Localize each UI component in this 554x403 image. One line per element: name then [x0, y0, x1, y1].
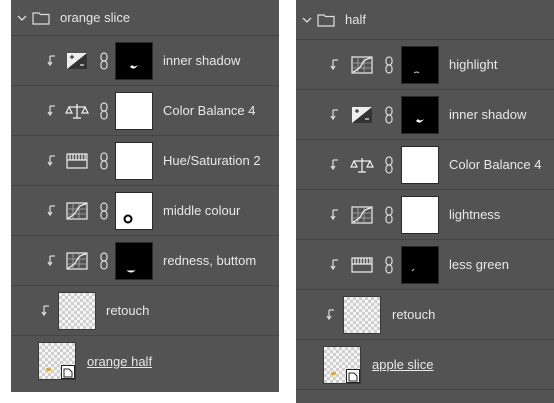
layer-name[interactable]: highlight: [449, 57, 497, 72]
curves-icon[interactable]: [65, 251, 89, 271]
layer-group-orange-slice[interactable]: orange slice: [11, 0, 279, 36]
clipping-arrow-icon: [326, 308, 334, 320]
clipping-arrow-icon: [47, 54, 55, 66]
layer-row-smart-object[interactable]: orange half: [11, 336, 279, 386]
layer-row-smart-object[interactable]: apple slice: [296, 340, 554, 390]
layer-mask-thumbnail[interactable]: [115, 91, 153, 130]
clipping-arrow-icon: [47, 254, 55, 266]
layer-row[interactable]: Color Balance 4: [296, 140, 554, 190]
layer-name[interactable]: apple slice: [372, 357, 433, 372]
layer-thumbnail[interactable]: [343, 295, 381, 334]
layer-mask-thumbnail[interactable]: [401, 95, 439, 134]
link-icon[interactable]: [384, 255, 394, 274]
group-name: half: [345, 12, 366, 27]
layer-name[interactable]: redness, buttom: [163, 253, 256, 268]
folder-icon: [317, 13, 335, 27]
layer-row[interactable]: highlight: [296, 40, 554, 90]
clipping-arrow-icon: [47, 154, 55, 166]
layer-name[interactable]: orange half: [87, 354, 152, 369]
clipping-arrow-icon: [47, 204, 55, 216]
clipping-arrow-icon: [330, 258, 338, 270]
clipping-arrow-icon: [330, 108, 338, 120]
layer-mask-thumbnail[interactable]: [401, 145, 439, 184]
layer-row[interactable]: inner shadow: [296, 90, 554, 140]
link-icon[interactable]: [99, 251, 109, 270]
layers-panel-left: orange slice inner shadow Color Balance …: [11, 0, 279, 392]
mask-shape: [126, 270, 136, 272]
layer-thumbnail[interactable]: [323, 345, 361, 384]
clipping-arrow-icon: [330, 208, 338, 220]
layer-mask-thumbnail[interactable]: [115, 41, 153, 80]
smart-object-icon: [61, 365, 75, 379]
layer-row-retouch[interactable]: retouch: [296, 290, 554, 340]
link-icon[interactable]: [99, 51, 109, 70]
layer-row[interactable]: Color Balance 4: [11, 86, 279, 136]
clipping-arrow-icon: [41, 304, 49, 316]
folder-icon: [32, 11, 50, 25]
mask-shape: [413, 71, 420, 73]
link-icon[interactable]: [384, 155, 394, 174]
layer-row[interactable]: redness, buttom: [11, 236, 279, 286]
link-icon[interactable]: [384, 105, 394, 124]
mask-shape: [416, 118, 424, 123]
layer-name[interactable]: Hue/Saturation 2: [163, 153, 261, 168]
layers-panel-right: half highlight inner shadow Color Balanc…: [296, 0, 554, 403]
link-icon[interactable]: [99, 201, 109, 220]
layer-name[interactable]: Color Balance 4: [163, 103, 256, 118]
layer-name[interactable]: inner shadow: [449, 107, 526, 122]
layer-name[interactable]: middle colour: [163, 203, 240, 218]
chevron-down-icon[interactable]: [302, 15, 312, 25]
layer-mask-thumbnail[interactable]: [401, 245, 439, 284]
apple-fragment: [331, 371, 336, 375]
layer-mask-thumbnail[interactable]: [115, 141, 153, 180]
layer-mask-thumbnail[interactable]: [401, 195, 439, 234]
mask-shape: [411, 268, 415, 271]
layer-row[interactable]: lightness: [296, 190, 554, 240]
clipping-arrow-icon: [330, 158, 338, 170]
link-icon[interactable]: [384, 205, 394, 224]
layer-mask-thumbnail[interactable]: [115, 241, 153, 280]
color-balance-icon[interactable]: [350, 155, 374, 175]
layer-mask-thumbnail[interactable]: [401, 45, 439, 84]
curves-icon[interactable]: [65, 201, 89, 221]
clipping-arrow-icon: [330, 58, 338, 70]
hue-saturation-icon[interactable]: [65, 151, 89, 171]
exposure-icon[interactable]: [65, 51, 89, 71]
hue-saturation-icon[interactable]: [350, 255, 374, 275]
layer-row-retouch[interactable]: retouch: [11, 286, 279, 336]
layer-name[interactable]: less green: [449, 257, 509, 272]
link-icon[interactable]: [99, 151, 109, 170]
layer-mask-thumbnail[interactable]: [115, 191, 153, 230]
layer-name[interactable]: Color Balance 4: [449, 157, 542, 172]
layer-group-half[interactable]: half: [296, 0, 554, 40]
clipping-arrow-icon: [47, 104, 55, 116]
layer-row[interactable]: inner shadow: [11, 36, 279, 86]
link-icon[interactable]: [99, 101, 109, 120]
orange-fragment: [46, 368, 51, 371]
mask-shape: [130, 64, 138, 69]
chevron-down-icon[interactable]: [17, 13, 27, 23]
layer-row[interactable]: Hue/Saturation 2: [11, 136, 279, 186]
layer-thumbnail[interactable]: [38, 342, 76, 380]
layer-name[interactable]: retouch: [106, 303, 149, 318]
layer-row[interactable]: middle colour: [11, 186, 279, 236]
layer-name[interactable]: retouch: [392, 307, 435, 322]
mask-shape: [123, 214, 133, 223]
smart-object-icon: [346, 368, 360, 383]
link-icon[interactable]: [384, 55, 394, 74]
layer-thumbnail[interactable]: [58, 291, 96, 330]
color-balance-icon[interactable]: [65, 101, 89, 121]
curves-icon[interactable]: [350, 205, 374, 225]
layer-name[interactable]: lightness: [449, 207, 500, 222]
layer-name[interactable]: inner shadow: [163, 53, 240, 68]
layer-row[interactable]: less green: [296, 240, 554, 290]
exposure-icon[interactable]: [350, 105, 374, 125]
curves-icon[interactable]: [350, 55, 374, 75]
group-name: orange slice: [60, 10, 131, 25]
